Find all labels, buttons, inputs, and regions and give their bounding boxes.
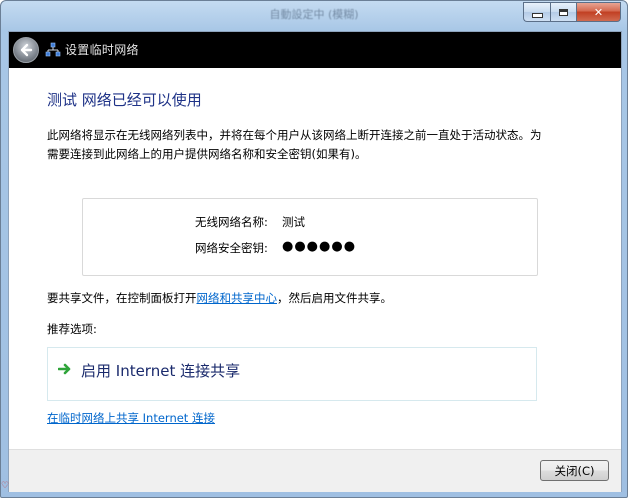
close-window-button[interactable]: ✕ bbox=[576, 2, 621, 22]
title-bar[interactable]: 自動設定中 (模糊) ✕ bbox=[1, 1, 627, 31]
network-sharing-center-link[interactable]: 网络和共享中心 bbox=[197, 291, 278, 305]
share-internet-link[interactable]: 在临时网络上共享 Internet 连接 bbox=[47, 410, 215, 426]
window-controls: ✕ bbox=[523, 2, 621, 22]
security-key-value: ●●●●●● bbox=[282, 239, 357, 254]
back-arrow-icon bbox=[20, 43, 33, 57]
nav-header: 设置临时网络 bbox=[9, 32, 621, 68]
network-info-box: 无线网络名称: 测试 网络安全密钥: ●●●●●● bbox=[82, 198, 538, 276]
page-heading: 测试 网络已经可以使用 bbox=[47, 91, 202, 109]
network-name-row: 无线网络名称: 测试 bbox=[83, 214, 537, 232]
nav-title: 设置临时网络 bbox=[65, 43, 139, 57]
security-key-label: 网络安全密钥: bbox=[195, 241, 268, 255]
close-icon: ✕ bbox=[593, 5, 604, 19]
network-icon bbox=[45, 42, 61, 57]
dialog-window: 自動設定中 (模糊) ✕ 设置临时网络 测试 网络已经可以使用 此网络将显示在无… bbox=[0, 0, 628, 498]
share-suffix-text: ，然后启用文件共享。 bbox=[277, 291, 392, 305]
description-text: 此网络将显示在无线网络列表中，并将在每个用户从该网络上断开连接之前一直处于活动状… bbox=[47, 128, 542, 161]
enable-ics-option[interactable]: 启用 Internet 连接共享 bbox=[47, 347, 537, 401]
maximize-icon bbox=[559, 8, 568, 16]
security-key-row: 网络安全密钥: ●●●●●● bbox=[83, 239, 537, 258]
back-button[interactable] bbox=[13, 37, 39, 63]
network-name-value: 测试 bbox=[282, 215, 305, 229]
file-sharing-instruction: 要共享文件，在控制面板打开网络和共享中心，然后启用文件共享。 bbox=[47, 290, 392, 306]
enable-ics-label: 启用 Internet 连接共享 bbox=[81, 362, 241, 380]
corner-mark-icon: ♡ bbox=[1, 481, 10, 491]
share-prefix-text: 要共享文件，在控制面板打开 bbox=[47, 291, 197, 305]
green-arrow-icon bbox=[58, 363, 71, 375]
close-button[interactable]: 关闭(C) bbox=[540, 460, 609, 481]
dialog-footer: 关闭(C) bbox=[9, 449, 621, 492]
minimize-button[interactable] bbox=[523, 2, 550, 22]
recommended-options-label: 推荐选项: bbox=[47, 322, 97, 336]
dialog-content: 设置临时网络 测试 网络已经可以使用 此网络将显示在无线网络列表中，并将在每个用… bbox=[8, 31, 622, 492]
network-name-label: 无线网络名称: bbox=[195, 215, 268, 229]
minimize-icon bbox=[531, 12, 543, 18]
maximize-button[interactable] bbox=[550, 2, 576, 22]
